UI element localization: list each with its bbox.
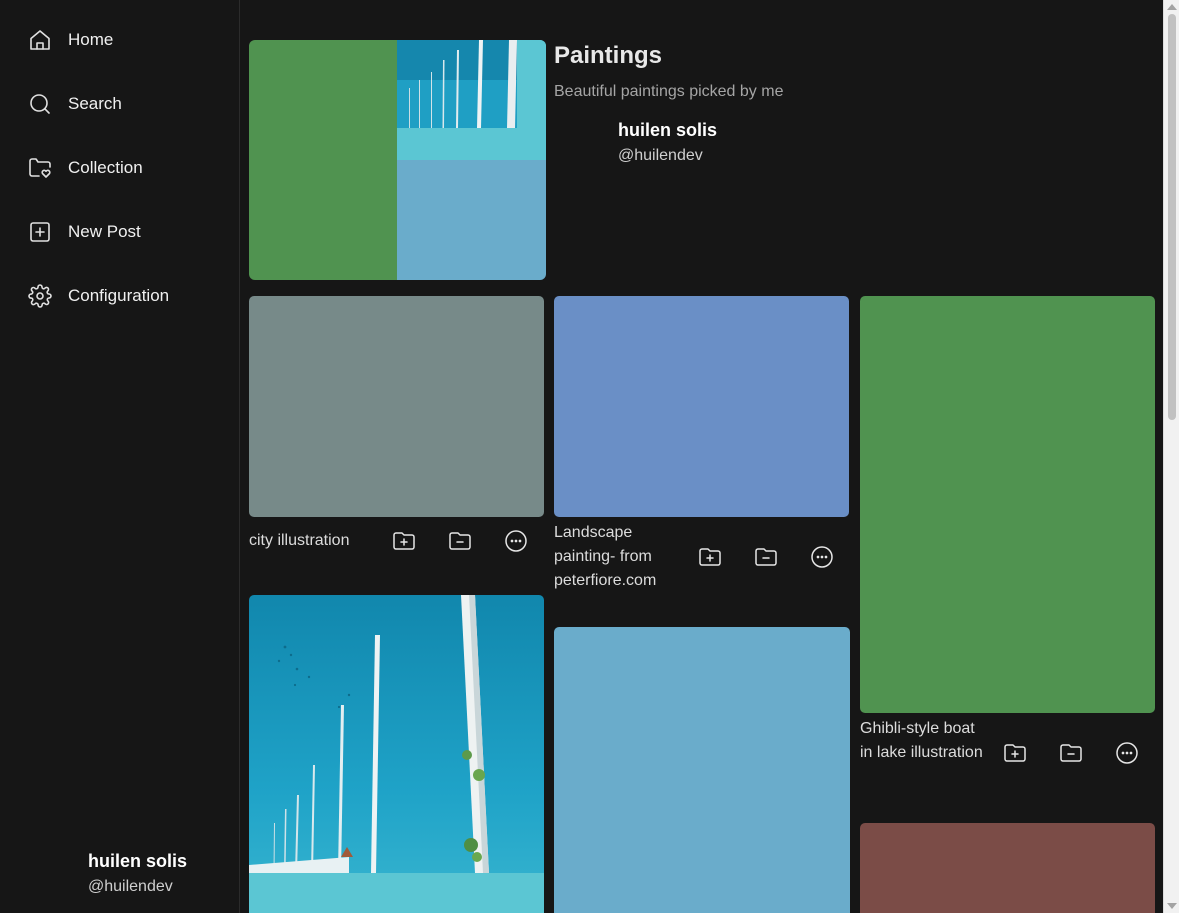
sidebar-item-label: New Post — [68, 222, 141, 241]
add-to-collection-icon[interactable] — [1003, 741, 1027, 765]
sidebar: Home Search Collection New Post Configur… — [0, 0, 240, 913]
post-image[interactable] — [249, 296, 544, 517]
post-image[interactable] — [860, 823, 1155, 913]
sidebar-item-label: Configuration — [68, 286, 170, 305]
remove-from-collection-icon[interactable] — [448, 529, 472, 553]
post-actions — [1003, 741, 1139, 765]
sidebar-item-label: Collection — [68, 158, 143, 177]
scroll-up-arrow-icon[interactable] — [1167, 4, 1177, 10]
sidebar-user[interactable]: huilen solis @huilendev — [88, 851, 187, 896]
post-actions — [698, 545, 834, 569]
sidebar-user-handle: @huilendev — [88, 878, 173, 895]
more-options-icon[interactable] — [504, 529, 528, 553]
sidebar-item-collection[interactable]: Collection — [28, 154, 143, 182]
sidebar-item-configuration[interactable]: Configuration — [28, 282, 169, 310]
collection-description: Beautiful paintings picked by me — [554, 83, 784, 100]
scroll-down-arrow-icon[interactable] — [1167, 903, 1177, 909]
cover-tile — [397, 160, 546, 280]
cover-painting-image — [397, 40, 546, 160]
post-caption: city illustration — [249, 532, 350, 549]
remove-from-collection-icon[interactable] — [1059, 741, 1083, 765]
collection-title: Paintings — [554, 42, 663, 69]
collection-owner-name[interactable]: huilen solis — [618, 120, 717, 141]
sidebar-item-label: Home — [68, 30, 114, 49]
remove-from-collection-icon[interactable] — [754, 545, 778, 569]
home-icon — [28, 28, 52, 52]
post-caption: Landscape painting- from peterfiore.com — [554, 524, 657, 589]
post-image[interactable] — [249, 595, 544, 913]
add-to-collection-icon[interactable] — [698, 545, 722, 569]
add-to-collection-icon[interactable] — [392, 529, 416, 553]
sidebar-item-label: Search — [68, 94, 122, 113]
post-image[interactable] — [554, 296, 849, 517]
post-actions — [392, 529, 528, 553]
post-image[interactable] — [554, 627, 850, 913]
sidebar-item-home[interactable]: Home — [28, 26, 113, 54]
collection-page: Paintings Beautiful paintings picked by … — [241, 0, 1163, 913]
collection-owner-handle[interactable]: @huilendev — [618, 147, 703, 165]
sidebar-item-new-post[interactable]: New Post — [28, 218, 141, 246]
sidebar-user-name: huilen solis — [88, 851, 188, 871]
cover-tile — [397, 40, 546, 160]
scrollbar-thumb[interactable] — [1168, 14, 1176, 420]
plus-square-icon — [28, 220, 52, 244]
post-caption: Ghibli-style boat in lake illustration — [860, 720, 983, 761]
post-image[interactable] — [860, 296, 1155, 713]
cover-tile — [249, 40, 397, 280]
search-icon — [28, 92, 52, 116]
painting-image — [249, 595, 544, 913]
more-options-icon[interactable] — [810, 545, 834, 569]
more-options-icon[interactable] — [1115, 741, 1139, 765]
sidebar-item-search[interactable]: Search — [28, 90, 122, 118]
folder-heart-icon — [28, 156, 52, 180]
gear-icon — [28, 284, 52, 308]
collection-cover — [249, 40, 546, 280]
page-scrollbar[interactable] — [1163, 0, 1179, 913]
